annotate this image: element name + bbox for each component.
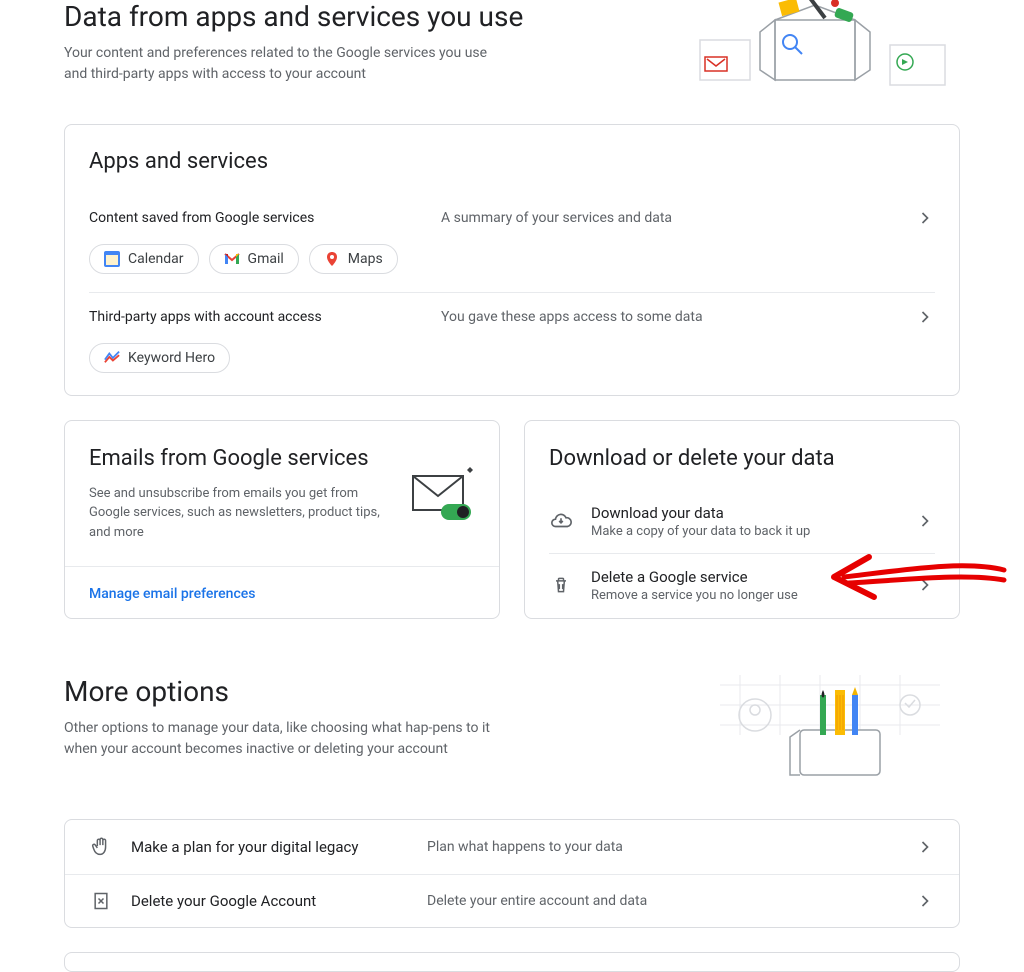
digital-legacy-label: Make a plan for your digital legacy xyxy=(131,838,358,856)
delete-account-row[interactable]: Delete your Google Account Delete your e… xyxy=(65,875,959,927)
gmail-chip-label: Gmail xyxy=(248,251,284,267)
third-party-label: Third-party apps with account access xyxy=(89,309,429,325)
content-saved-label: Content saved from Google services xyxy=(89,210,429,226)
more-options-desc: Other options to manage your data, like … xyxy=(64,718,494,760)
third-party-row[interactable]: Third-party apps with account access You… xyxy=(65,293,959,341)
emails-card-title: Emails from Google services xyxy=(89,445,393,474)
chevron-right-icon xyxy=(915,208,935,228)
digital-legacy-sub: Plan what happens to your data xyxy=(427,839,897,855)
apps-services-card: Apps and services Content saved from Goo… xyxy=(64,124,960,396)
calendar-icon xyxy=(104,251,120,267)
emails-card: Emails from Google services See and unsu… xyxy=(64,420,500,619)
cloud-download-icon xyxy=(549,510,573,532)
download-delete-title: Download or delete your data xyxy=(549,445,935,474)
delete-service-sub: Remove a service you no longer use xyxy=(591,588,897,603)
hand-icon xyxy=(89,836,113,858)
delete-service-title: Delete a Google service xyxy=(591,568,897,586)
delete-service-row[interactable]: Delete a Google service Remove a service… xyxy=(525,554,959,617)
download-delete-card: Download or delete your data Download yo… xyxy=(524,420,960,619)
chevron-right-icon xyxy=(915,891,935,911)
chevron-right-icon xyxy=(915,511,935,531)
maps-chip-label: Maps xyxy=(348,251,383,267)
keyword-hero-label: Keyword Hero xyxy=(128,350,215,366)
delete-account-icon xyxy=(89,891,113,911)
chevron-right-icon xyxy=(915,307,935,327)
gmail-chip[interactable]: Gmail xyxy=(209,244,299,274)
download-data-title: Download your data xyxy=(591,504,897,522)
delete-account-sub: Delete your entire account and data xyxy=(427,893,897,909)
download-data-row[interactable]: Download your data Make a copy of your d… xyxy=(525,490,959,553)
data-apps-title: Data from apps and services you use xyxy=(64,0,640,33)
chevron-right-icon xyxy=(915,837,935,857)
gmail-icon xyxy=(224,251,240,267)
data-apps-desc: Your content and preferences related to … xyxy=(64,43,494,85)
maps-chip[interactable]: Maps xyxy=(309,244,398,274)
download-data-sub: Make a copy of your data to back it up xyxy=(591,524,897,539)
keyword-hero-chip[interactable]: Keyword Hero xyxy=(89,343,230,373)
emails-card-desc: See and unsubscribe from emails you get … xyxy=(89,484,393,543)
trash-icon xyxy=(549,575,573,595)
content-saved-row[interactable]: Content saved from Google services A sum… xyxy=(65,194,959,242)
third-party-sub: You gave these apps access to some data xyxy=(441,309,903,325)
envelope-toggle-illustration xyxy=(405,445,475,542)
delete-account-label: Delete your Google Account xyxy=(131,892,316,910)
calendar-chip-label: Calendar xyxy=(128,251,184,267)
apps-services-title: Apps and services xyxy=(65,125,959,194)
manage-email-link[interactable]: Manage email preferences xyxy=(89,586,256,602)
partial-card xyxy=(64,952,960,972)
more-options-card: Make a plan for your digital legacy Plan… xyxy=(64,819,960,928)
keyword-hero-icon xyxy=(104,350,120,366)
data-apps-illustration xyxy=(680,0,960,100)
calendar-chip[interactable]: Calendar xyxy=(89,244,199,274)
maps-icon xyxy=(324,251,340,267)
more-options-title: More options xyxy=(64,675,660,708)
content-saved-sub: A summary of your services and data xyxy=(441,210,903,226)
digital-legacy-row[interactable]: Make a plan for your digital legacy Plan… xyxy=(65,820,959,874)
chevron-right-icon xyxy=(915,575,935,595)
toolbox-illustration xyxy=(700,675,960,795)
